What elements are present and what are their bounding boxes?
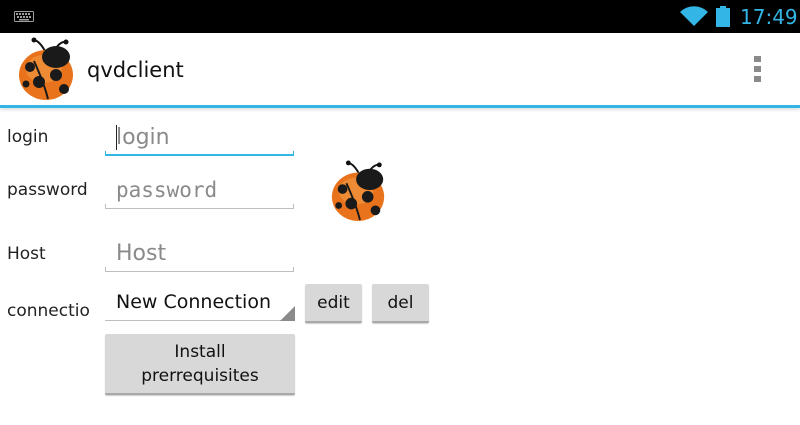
connection-spinner[interactable]: New Connection (105, 283, 295, 323)
text-cursor (116, 125, 117, 150)
status-clock: 17:49 (740, 5, 798, 29)
host-underline (105, 267, 294, 272)
connection-label: connectio (7, 301, 90, 321)
keyboard-icon (14, 11, 34, 22)
password-field[interactable] (105, 175, 294, 209)
login-field[interactable] (105, 122, 294, 156)
delete-button[interactable]: del (372, 284, 429, 323)
dropdown-triangle-icon (280, 306, 295, 321)
connection-selected: New Connection (116, 291, 271, 313)
install-line-1: Install (174, 341, 226, 362)
edit-button[interactable]: edit (305, 284, 362, 323)
host-input[interactable] (105, 238, 294, 268)
ladybug-icon (331, 160, 385, 221)
status-bar: 17:49 (0, 0, 800, 33)
wifi-icon (680, 6, 708, 26)
host-label: Host (7, 244, 46, 264)
overflow-menu-icon[interactable] (748, 54, 768, 84)
login-input[interactable] (105, 122, 294, 152)
install-line-2: prerrequisites (141, 365, 259, 386)
password-underline (105, 204, 294, 209)
install-prerequisites-button[interactable]: Install prerrequisites (105, 334, 295, 395)
login-label: login (7, 127, 49, 147)
password-label: password (7, 180, 88, 200)
ladybug-icon[interactable] (16, 37, 78, 101)
app-title: qvdclient (87, 58, 184, 82)
battery-icon (716, 6, 730, 27)
login-underline (105, 151, 294, 156)
host-field[interactable] (105, 238, 294, 272)
action-bar: qvdclient (0, 33, 800, 108)
password-input[interactable] (105, 175, 294, 205)
spinner-underline (105, 320, 295, 321)
